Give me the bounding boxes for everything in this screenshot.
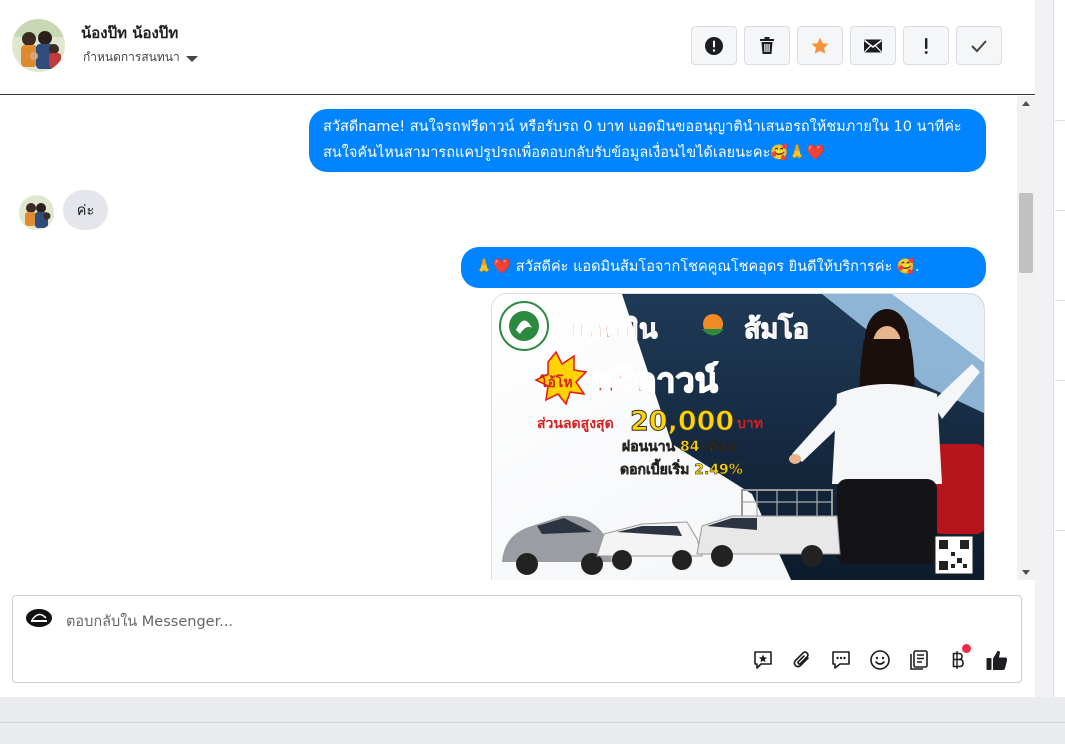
mark-done-button[interactable]	[956, 26, 1002, 65]
promo-title-right: ส้มโอ	[744, 312, 809, 345]
divider	[1055, 530, 1065, 531]
divider	[1055, 300, 1065, 301]
message-list[interactable]: สวัสดีname! สนใจรถฟรีดาวน์ หรือรับรถ 0 บ…	[0, 96, 1017, 580]
message-text: ค่ะ	[76, 202, 95, 219]
trash-icon	[760, 37, 774, 54]
outgoing-message[interactable]: 🙏❤️ สวัสดีค่ะ แอดมินส้มโอจากโชคคูณโชคอุด…	[461, 247, 986, 288]
thumbs-up-icon	[986, 650, 1007, 670]
star-icon	[811, 37, 829, 54]
divider	[1055, 380, 1065, 381]
incoming-message[interactable]: ค่ะ	[63, 190, 108, 230]
scrollbar-thumb[interactable]	[1019, 193, 1033, 273]
alert-circle-icon	[705, 36, 723, 55]
chat-bubble-icon	[831, 650, 850, 669]
follow-up-button[interactable]	[903, 26, 949, 65]
promo-title-left: แอดมิน	[570, 314, 658, 345]
saved-reply-icon	[753, 650, 772, 669]
notes-button[interactable]	[906, 647, 931, 672]
exclamation-icon	[924, 37, 928, 54]
divider	[0, 722, 1065, 723]
send-like-button[interactable]	[984, 647, 1009, 672]
header-actions	[691, 26, 1002, 65]
saved-reply-button[interactable]	[750, 647, 775, 672]
notes-icon	[909, 649, 928, 670]
page-avatar	[25, 608, 53, 628]
quick-reply-button[interactable]	[828, 647, 853, 672]
check-icon	[971, 39, 987, 52]
delete-button[interactable]	[744, 26, 790, 65]
contact-avatar[interactable]	[12, 19, 65, 72]
message-scrollbar[interactable]	[1017, 96, 1035, 580]
message-text: สวัสดีname! สนใจรถฟรีดาวน์ หรือรับรถ 0 บ…	[323, 119, 962, 161]
promo-image[interactable]: แอดมิน ส้มโอ โอ้โห ฟรีดาวน์ ส่วนลดสูงสุด…	[491, 293, 985, 580]
contact-avatar-small	[19, 195, 54, 230]
emoji-button[interactable]	[867, 647, 892, 672]
payment-button[interactable]	[945, 644, 971, 672]
promo-discount-value: 20,000	[630, 406, 734, 437]
contact-name: น้องป๊ท น้องป๊ท	[81, 24, 179, 42]
attachment-icon	[793, 650, 809, 667]
conversation-settings-label: กำหนดการสนทนา	[83, 50, 180, 64]
right-sidebar-edge	[1035, 0, 1065, 697]
divider	[1055, 120, 1065, 121]
scroll-up-arrow-icon[interactable]	[1022, 101, 1030, 106]
caret-down-icon	[185, 55, 198, 62]
reply-input[interactable]	[66, 611, 666, 633]
conversation-settings-dropdown[interactable]: กำหนดการสนทนา	[83, 48, 198, 67]
sidebar-strip	[1053, 0, 1065, 697]
promo-headline: ฟรีดาวน์	[592, 361, 718, 401]
divider	[1055, 210, 1065, 211]
composer-tools	[750, 644, 1009, 672]
qr-code-icon	[934, 535, 974, 575]
outgoing-message[interactable]: สวัสดีname! สนใจรถฟรีดาวน์ หรือรับรถ 0 บ…	[309, 109, 986, 172]
promo-installment: ผ่อนนาน 84 เดือน	[622, 439, 737, 455]
scroll-down-arrow-icon[interactable]	[1022, 570, 1030, 575]
promo-badge: โอ้โห	[539, 373, 573, 391]
mark-spam-button[interactable]	[691, 26, 737, 65]
promo-discount-unit: บาท	[737, 416, 763, 432]
envelope-icon	[864, 39, 882, 52]
star-button[interactable]	[797, 26, 843, 65]
reply-composer	[12, 595, 1022, 683]
message-text: 🙏❤️ สวัสดีค่ะ แอดมินส้มโอจากโชคคูณโชคอุด…	[475, 259, 920, 275]
mark-unread-button[interactable]	[850, 26, 896, 65]
notification-dot	[962, 644, 971, 653]
promo-discount-label: ส่วนลดสูงสุด	[537, 416, 614, 432]
emoji-icon	[869, 649, 890, 670]
attach-file-button[interactable]	[789, 647, 814, 672]
conversation-header: น้องป๊ท น้องป๊ท กำหนดการสนทนา	[0, 0, 1035, 95]
